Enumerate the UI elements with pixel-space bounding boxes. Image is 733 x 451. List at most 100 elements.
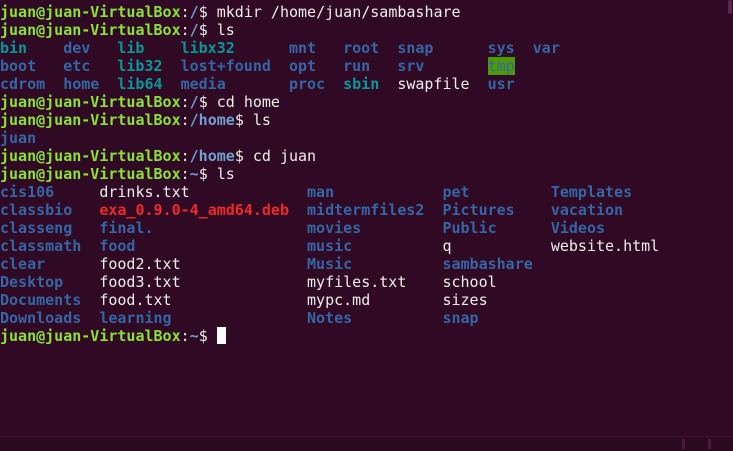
file-entry: school: [442, 273, 497, 291]
directory-entry: snap: [397, 39, 434, 57]
directory-entry: clear: [0, 255, 46, 273]
command-line: juan@juan-VirtualBox:~$ ls: [0, 165, 719, 183]
file-entry: sizes: [442, 291, 488, 309]
command-line: juan@juan-VirtualBox:/$ ls: [0, 21, 719, 39]
command-line: juan@juan-VirtualBox:/$ mkdir /home/juan…: [0, 3, 719, 21]
prompt-user-host: juan@juan-VirtualBox: [0, 21, 181, 39]
terminal-window[interactable]: juan@juan-VirtualBox:/$ mkdir /home/juan…: [0, 0, 733, 451]
terminal-output[interactable]: juan@juan-VirtualBox:/$ mkdir /home/juan…: [0, 3, 719, 345]
command-text: $ cd juan: [234, 147, 317, 165]
directory-entry: lost+found: [180, 57, 271, 75]
directory-entry: var: [532, 39, 560, 57]
file-entry: website.html: [550, 237, 660, 255]
ls-output-row: bin dev lib libx32 mnt root snap sys var: [0, 39, 719, 57]
directory-entry: run: [343, 57, 371, 75]
file-entry: food3.txt: [99, 273, 181, 291]
prompt-separator: :: [180, 3, 190, 21]
prompt-path: ~: [189, 165, 199, 183]
prompt-separator: :: [180, 21, 190, 39]
scrollbar-thumb[interactable]: [728, 0, 732, 14]
ls-output-row: Desktop food3.txt myfiles.txt school: [0, 273, 719, 291]
directory-entry: media: [180, 75, 226, 93]
file-entry: myfiles.txt: [307, 273, 407, 291]
symlink-entry: lib32: [117, 57, 163, 75]
directory-entry: Videos: [550, 219, 606, 237]
prompt-separator: :: [180, 165, 190, 183]
prompt-user-host: juan@juan-VirtualBox: [0, 327, 181, 345]
file-entry: food2.txt: [99, 255, 181, 273]
prompt-path: /: [189, 93, 199, 111]
prompt-separator: :: [180, 147, 190, 165]
sticky-directory-entry: tmp: [487, 57, 515, 75]
symlink-entry: libx32: [180, 39, 235, 57]
panel-divider: [682, 439, 685, 449]
directory-entry: Desktop: [0, 273, 64, 291]
directory-entry: music: [307, 237, 353, 255]
directory-entry: snap: [442, 309, 479, 327]
directory-entry: home: [63, 75, 100, 93]
prompt-separator: :: [180, 111, 190, 129]
directory-entry: juan: [0, 129, 37, 147]
prompt-path: ~: [189, 327, 199, 345]
command-line: juan@juan-VirtualBox:/home$ ls: [0, 111, 719, 129]
directory-entry: midtermfiles2: [307, 201, 425, 219]
directory-entry: Pictures: [442, 201, 515, 219]
file-entry: drinks.txt: [99, 183, 190, 201]
prompt-user-host: juan@juan-VirtualBox: [0, 147, 181, 165]
symlink-entry: bin: [0, 39, 28, 57]
directory-entry: Templates: [550, 183, 633, 201]
directory-entry: Public: [442, 219, 497, 237]
bottom-panel: [0, 436, 733, 451]
active-prompt-line: juan@juan-VirtualBox:~$: [0, 327, 719, 345]
directory-entry: proc: [288, 75, 326, 93]
prompt-user-host: juan@juan-VirtualBox: [0, 3, 181, 21]
command-text: $ ls: [198, 21, 235, 39]
ls-output-row: cdrom home lib64 media proc sbin swapfile usr: [0, 75, 719, 93]
file-entry: q: [442, 237, 452, 255]
command-text: $: [198, 327, 217, 345]
directory-entry: classmath: [0, 237, 82, 255]
directory-entry: mnt: [288, 39, 317, 57]
symlink-entry: lib: [117, 39, 145, 57]
directory-entry: usr: [487, 75, 515, 93]
command-text: $ cd home: [198, 93, 280, 111]
directory-entry: movies: [307, 219, 362, 237]
ls-output-row: classmath food music q website.html: [0, 237, 719, 255]
command-line: juan@juan-VirtualBox:/$ cd home: [0, 93, 719, 111]
prompt-separator: :: [180, 327, 190, 345]
symlink-entry: lib64: [117, 75, 163, 93]
ls-output-row: cis106 drinks.txt man pet Templates: [0, 183, 719, 201]
directory-entry: classbio: [0, 201, 73, 219]
prompt-separator: :: [180, 93, 190, 111]
directory-entry: man: [307, 183, 335, 201]
command-text: $ ls: [198, 165, 235, 183]
prompt-path: /: [189, 3, 199, 21]
directory-entry: Documents: [0, 291, 82, 309]
directory-entry: root: [343, 39, 380, 57]
directory-entry: dev: [63, 39, 91, 57]
text-cursor[interactable]: [216, 327, 226, 344]
directory-entry: vacation: [550, 201, 624, 219]
directory-entry: srv: [397, 57, 425, 75]
symlink-entry: sbin: [343, 75, 380, 93]
file-entry: swapfile: [397, 75, 470, 93]
ls-output-row: clear food2.txt Music sambashare: [0, 255, 719, 273]
directory-entry: pet: [442, 183, 470, 201]
directory-entry: etc: [63, 57, 91, 75]
prompt-path: /home: [189, 147, 235, 165]
scrollbar[interactable]: [727, 0, 733, 437]
prompt-user-host: juan@juan-VirtualBox: [0, 165, 181, 183]
directory-entry: food: [99, 237, 136, 255]
directory-entry: cis106: [0, 183, 55, 201]
ls-output-row: juan: [0, 129, 719, 147]
command-text: $ mkdir /home/juan/sambashare: [198, 3, 461, 21]
command-text: $ ls: [234, 111, 271, 129]
directory-entry: sambashare: [442, 255, 533, 273]
archive-entry: exa_0.9.0-4_amd64.deb: [99, 201, 289, 219]
directory-entry: opt: [288, 57, 317, 75]
ls-output-row: Downloads learning Notes snap: [0, 309, 719, 327]
directory-entry: Music: [307, 255, 353, 273]
panel-divider: [708, 439, 711, 449]
ls-output-row: classbio exa_0.9.0-4_amd64.deb midtermfile…: [0, 201, 719, 219]
ls-output-row: Documents food.txt mypc.md sizes: [0, 291, 719, 309]
